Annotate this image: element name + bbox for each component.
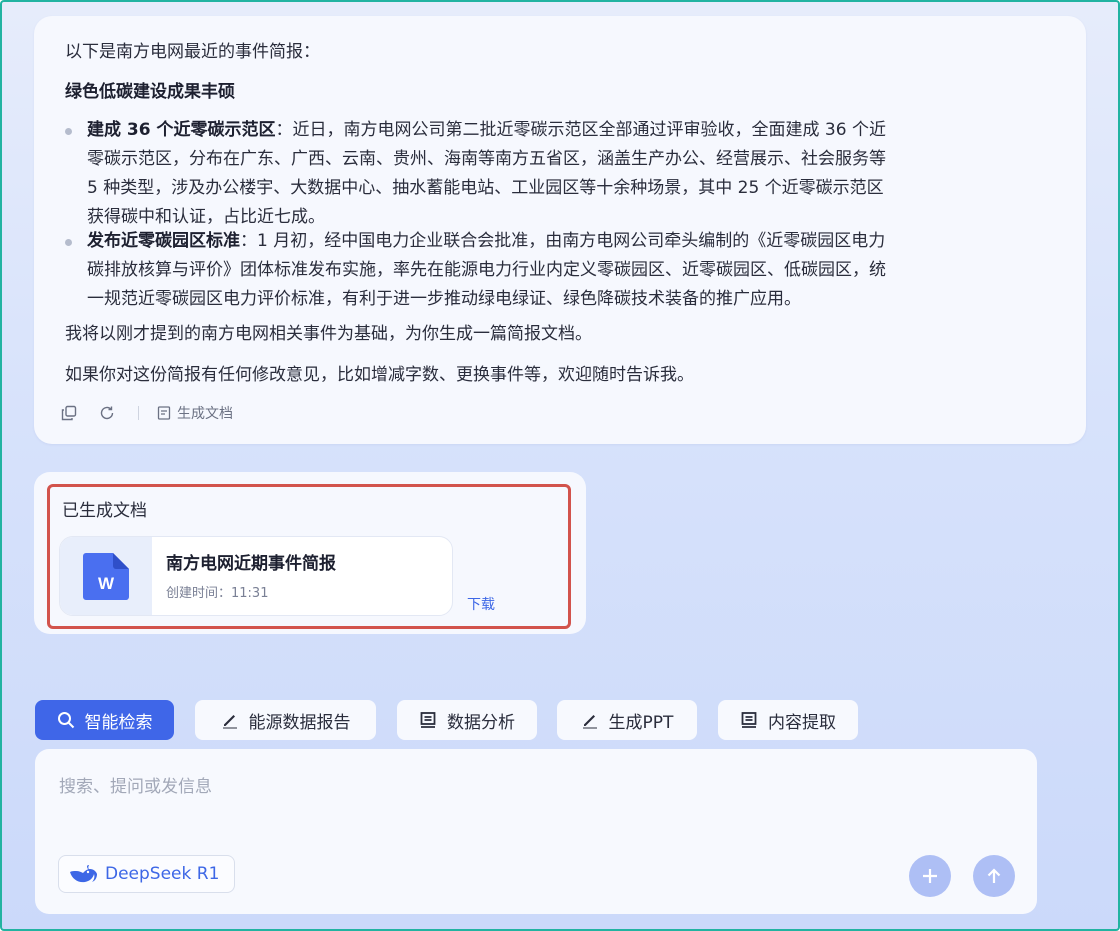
- chip-label: 生成PPT: [608, 712, 674, 733]
- chat-input[interactable]: [57, 771, 1001, 803]
- bullet-text: ：1 月初，经中国电力企业联合会批准，由南方电网公司牵头编制的《近零碳园区电力: [240, 231, 886, 251]
- bullet-dot: [65, 239, 72, 246]
- bullet-dot: [65, 128, 72, 135]
- chat-input-box: DeepSeek R1: [35, 749, 1037, 914]
- send-button[interactable]: [973, 855, 1015, 897]
- pen-icon: [222, 715, 237, 729]
- bullet-title: 发布近零碳园区标准: [87, 231, 240, 251]
- copy-icon[interactable]: [58, 402, 80, 424]
- chip-label: 智能检索: [84, 712, 153, 733]
- refresh-icon[interactable]: [96, 402, 118, 424]
- app-frame: 以下是南方电网最近的事件简报： 绿色低碳建设成果丰硕 建成 36 个近零碳示范区…: [0, 0, 1120, 931]
- document-item[interactable]: W 南方电网近期事件简报 创建时间：11:31: [59, 536, 453, 616]
- add-button[interactable]: [909, 855, 951, 897]
- bullet-item: 发布近零碳园区标准：1 月初，经中国电力企业联合会批准，由南方电网公司牵头编制的…: [65, 227, 1055, 314]
- plus-icon: [923, 869, 937, 883]
- arrow-up-icon: [987, 868, 1001, 883]
- message-actions: 生成文档: [58, 402, 233, 424]
- message-paragraph: 如果你对这份简报有任何修改意见，比如增减字数、更换事件等，欢迎随时告诉我。: [65, 365, 694, 385]
- chip-label: 内容提取: [768, 712, 836, 733]
- chip-generate-ppt[interactable]: 生成PPT: [557, 700, 697, 740]
- chip-label: 能源数据报告: [248, 712, 351, 733]
- bullet-text: 5 种类型，涉及办公楼宇、大数据中心、抽水蓄能电站、工业园区等十余种场景，其中 …: [87, 178, 884, 198]
- search-icon: [57, 712, 74, 729]
- generated-title: 已生成文档: [62, 501, 147, 521]
- bullet-text: 一规范近零碳园区电力评价标准，有利于进一步推动绿电绿证、绿色降碳技术装备的推广应…: [87, 289, 801, 309]
- word-file-icon: W: [60, 537, 152, 615]
- bullet-text: 碳排放核算与评价》团体标准发布实施，率先在能源电力行业内定义零碳园区、近零碳园区…: [87, 260, 886, 280]
- generate-document-label: 生成文档: [177, 406, 233, 422]
- bullet-text: 零碳示范区，分布在广东、广西、云南、贵州、海南等南方五省区，涵盖生产办公、经营展…: [87, 149, 886, 169]
- document-created-time: 创建时间：11:31: [166, 586, 269, 601]
- divider: [138, 406, 139, 420]
- generate-document-button[interactable]: 生成文档: [157, 403, 233, 423]
- bullet-text: 获得碳中和认证，占比近七成。: [87, 207, 325, 227]
- document-icon: [420, 712, 436, 728]
- chip-label: 数据分析: [447, 712, 515, 733]
- document-name: 南方电网近期事件简报: [166, 554, 336, 574]
- generated-document-card: 已生成文档 W 南方电网近期事件简报 创建时间：11:31 下载: [34, 472, 586, 634]
- document-icon: [157, 406, 171, 420]
- chip-content-extract[interactable]: 内容提取: [718, 700, 858, 740]
- download-link[interactable]: 下载: [467, 594, 495, 614]
- model-selector[interactable]: DeepSeek R1: [58, 855, 235, 893]
- assistant-message: 以下是南方电网最近的事件简报： 绿色低碳建设成果丰硕 建成 36 个近零碳示范区…: [34, 16, 1086, 444]
- bullet-item: 建成 36 个近零碳示范区：近日，南方电网公司第二批近零碳示范区全部通过评审验收…: [65, 116, 1055, 232]
- pen-icon: [582, 715, 597, 729]
- message-heading: 绿色低碳建设成果丰硕: [65, 82, 235, 102]
- model-label: DeepSeek R1: [105, 864, 220, 884]
- word-file-letter: W: [98, 574, 115, 593]
- message-intro: 以下是南方电网最近的事件简报：: [65, 42, 320, 62]
- bullet-text: ：近日，南方电网公司第二批近零碳示范区全部通过评审验收，全面建成 36 个近: [275, 120, 886, 140]
- whale-icon: [70, 865, 97, 883]
- chip-smart-search[interactable]: 智能检索: [35, 700, 174, 740]
- message-paragraph: 我将以刚才提到的南方电网相关事件为基础，为你生成一篇简报文档。: [65, 324, 592, 344]
- chip-energy-report[interactable]: 能源数据报告: [195, 700, 376, 740]
- chip-data-analysis[interactable]: 数据分析: [397, 700, 537, 740]
- document-icon: [741, 712, 757, 728]
- bullet-title: 建成 36 个近零碳示范区: [87, 120, 276, 140]
